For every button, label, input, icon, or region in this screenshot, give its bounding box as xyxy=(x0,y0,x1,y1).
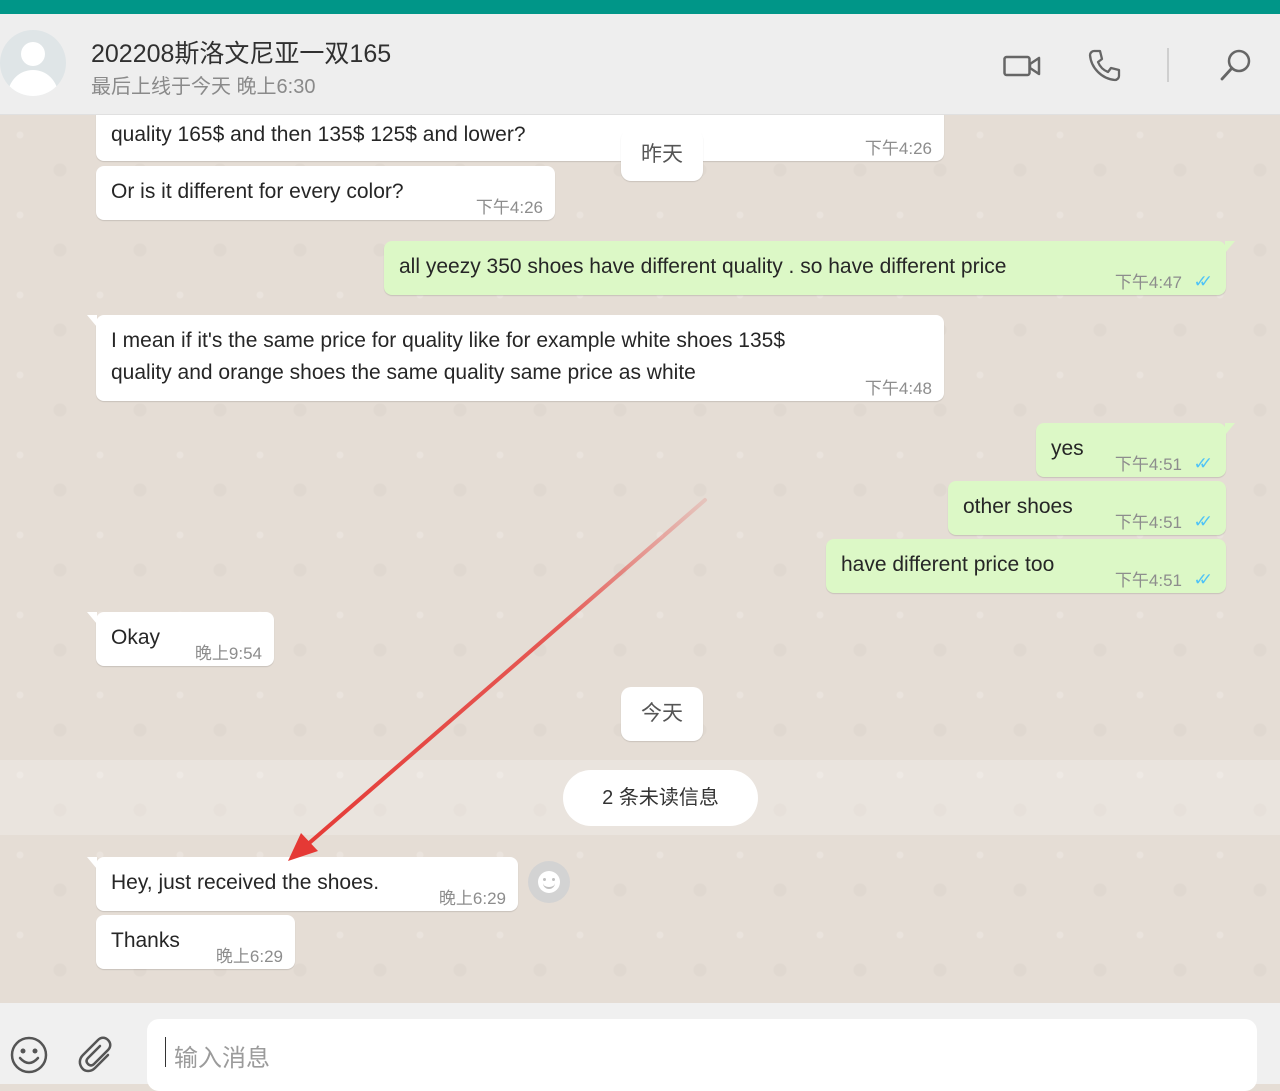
message-incoming[interactable]: I mean if it's the same price for qualit… xyxy=(87,315,944,401)
message-text: Or is it different for every color? xyxy=(111,180,404,203)
unread-messages-banner: 2 条未读信息 xyxy=(563,770,758,826)
message-text: Hey, just received the shoes. xyxy=(111,871,380,894)
message-time: 下午4:51 xyxy=(1114,455,1182,474)
message-incoming[interactable]: quality 165$ and then 135$ 125$ and lowe… xyxy=(96,115,944,161)
message-time: 晚上9:54 xyxy=(194,644,262,663)
message-text: other shoes xyxy=(963,495,1073,518)
smiley-icon xyxy=(538,871,560,893)
message-text: all yeezy 350 shoes have different quali… xyxy=(399,255,1007,278)
message-outgoing[interactable]: yes 下午4:51 ✓✓ xyxy=(1036,423,1235,477)
chat-header: 202208斯洛文尼亚一双165 最后上线于今天 晚上6:30 xyxy=(0,14,1280,115)
message-time: 晚上6:29 xyxy=(215,947,283,966)
avatar[interactable] xyxy=(0,30,66,96)
message-incoming[interactable]: Okay 晚上9:54 xyxy=(87,612,274,666)
emoji-icon[interactable] xyxy=(9,1035,49,1075)
date-divider-yesterday: 昨天 xyxy=(621,129,703,181)
message-incoming[interactable]: Hey, just received the shoes. 晚上6:29 xyxy=(87,857,518,911)
message-time: 下午4:51 xyxy=(1114,571,1182,590)
voice-call-icon[interactable] xyxy=(1088,48,1122,82)
message-incoming[interactable]: Thanks 晚上6:29 xyxy=(96,915,295,969)
read-receipt-icon: ✓✓ xyxy=(1193,272,1213,291)
message-text: yes xyxy=(1051,437,1084,460)
message-text: Thanks xyxy=(111,929,180,952)
contact-name[interactable]: 202208斯洛文尼亚一双165 xyxy=(91,34,391,70)
message-incoming[interactable]: Or is it different for every color? 下午4:… xyxy=(96,166,555,220)
message-text: Okay xyxy=(111,626,161,649)
message-time: 下午4:51 xyxy=(1114,513,1182,532)
message-outgoing[interactable]: other shoes 下午4:51 ✓✓ xyxy=(948,481,1226,535)
date-label: 昨天 xyxy=(641,143,683,166)
date-divider-today: 今天 xyxy=(621,687,703,741)
read-receipt-icon: ✓✓ xyxy=(1193,570,1213,589)
message-time: 下午4:48 xyxy=(864,379,932,398)
last-seen-status: 最后上线于今天 晚上6:30 xyxy=(91,76,316,98)
chat-area[interactable]: quality 165$ and then 135$ 125$ and lowe… xyxy=(0,115,1280,1003)
message-outgoing[interactable]: have different price too 下午4:51 ✓✓ xyxy=(826,539,1226,593)
compose-bar: 输入消息 xyxy=(0,1003,1280,1091)
message-text-line-1: I mean if it's the same price for qualit… xyxy=(111,329,785,352)
message-input[interactable]: 输入消息 xyxy=(147,1019,1257,1091)
text-cursor xyxy=(165,1037,166,1067)
search-icon[interactable] xyxy=(1218,47,1254,83)
read-receipt-icon: ✓✓ xyxy=(1193,512,1213,531)
message-time: 晚上6:29 xyxy=(438,889,506,908)
attach-icon[interactable] xyxy=(78,1035,116,1075)
message-time: 下午4:26 xyxy=(864,139,932,158)
message-time: 下午4:26 xyxy=(475,198,543,217)
message-text-line-2: quality and orange shoes the same qualit… xyxy=(111,361,696,384)
video-call-icon[interactable] xyxy=(1003,54,1041,78)
message-text: have different price too xyxy=(841,553,1055,576)
avatar-body-shape xyxy=(8,70,58,96)
header-divider xyxy=(1167,48,1169,82)
message-text: quality 165$ and then 135$ 125$ and lowe… xyxy=(111,123,526,146)
date-label: 今天 xyxy=(641,702,683,725)
reaction-emoji-button[interactable] xyxy=(528,861,570,903)
read-receipt-icon: ✓✓ xyxy=(1193,454,1213,473)
app-top-bar xyxy=(0,0,1280,14)
avatar-head-shape xyxy=(21,42,45,66)
message-input-placeholder: 输入消息 xyxy=(174,1045,270,1072)
message-outgoing[interactable]: all yeezy 350 shoes have different quali… xyxy=(384,241,1235,295)
message-time: 下午4:47 xyxy=(1114,273,1182,292)
